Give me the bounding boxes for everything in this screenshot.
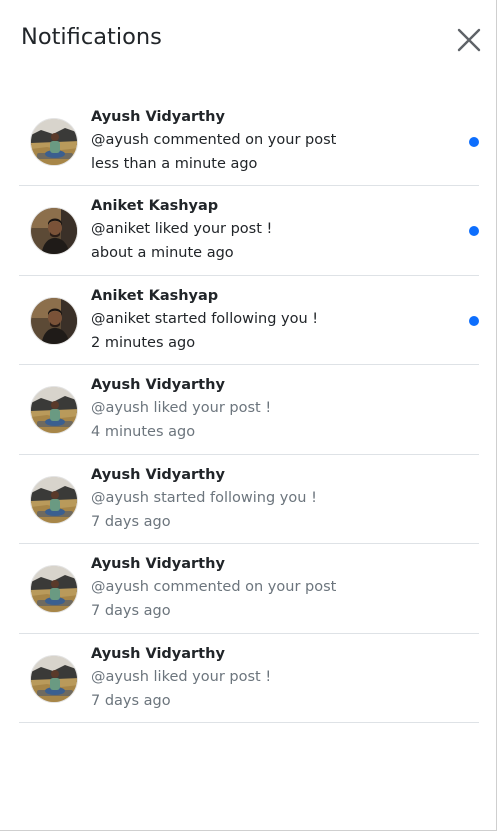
notification-message: @ayush liked your post ! [91,669,272,685]
notification-time: less than a minute ago [91,156,258,172]
notification-list: Ayush Vidyarthy @ayush commented on your… [19,97,479,723]
avatar [30,476,78,524]
notification-time: 7 days ago [91,514,171,530]
notification-item[interactable]: Ayush Vidyarthy @ayush commented on your… [19,544,479,634]
notification-item[interactable]: Ayush Vidyarthy @ayush liked your post !… [19,634,479,723]
notification-message: @ayush commented on your post [91,132,337,148]
avatar [30,118,78,166]
notification-user-name: Ayush Vidyarthy [91,377,225,393]
notification-user-name: Ayush Vidyarthy [91,467,225,483]
notification-time: about a minute ago [91,245,234,261]
notification-user-name: Ayush Vidyarthy [91,109,225,125]
notification-message: @aniket liked your post ! [91,221,273,237]
panel-header: Notifications [0,0,496,82]
unread-dot-icon [469,316,479,326]
avatar [30,386,78,434]
notification-user-name: Aniket Kashyap [91,288,219,304]
notifications-panel: Notifications Ayush Vidyarthy @ayush com… [0,0,497,831]
unread-dot-icon [469,226,479,236]
close-icon [457,28,481,52]
notification-message: @aniket started following you ! [91,311,319,327]
notification-item[interactable]: Aniket Kashyap @aniket started following… [19,276,479,365]
avatar [30,565,78,613]
avatar [30,207,78,255]
notification-item[interactable]: Aniket Kashyap @aniket liked your post !… [19,186,479,276]
notification-message: @ayush started following you ! [91,490,317,506]
notification-time: 7 days ago [91,603,171,619]
notification-time: 4 minutes ago [91,424,196,440]
notification-item[interactable]: Ayush Vidyarthy @ayush commented on your… [19,97,479,186]
unread-dot-icon [469,137,479,147]
notification-time: 7 days ago [91,693,171,709]
avatar [30,655,78,703]
avatar [30,297,78,345]
notification-user-name: Aniket Kashyap [91,198,219,214]
notification-user-name: Ayush Vidyarthy [91,646,225,662]
notification-user-name: Ayush Vidyarthy [91,556,225,572]
notification-item[interactable]: Ayush Vidyarthy @ayush started following… [19,455,479,544]
notification-message: @ayush liked your post ! [91,400,272,416]
notification-item[interactable]: Ayush Vidyarthy @ayush liked your post !… [19,365,479,455]
notification-time: 2 minutes ago [91,335,196,351]
notification-message: @ayush commented on your post [91,579,337,595]
page-title: Notifications [21,24,162,50]
close-button[interactable] [455,26,483,54]
